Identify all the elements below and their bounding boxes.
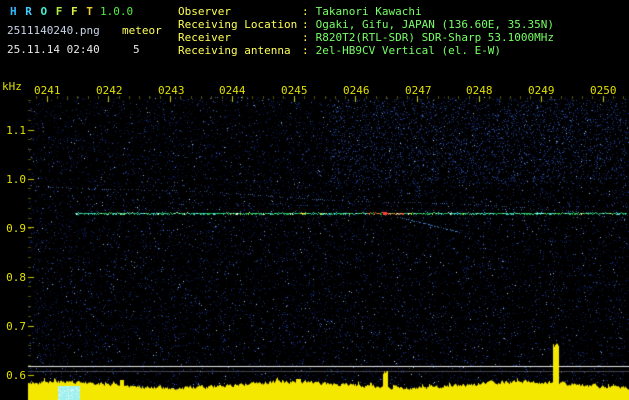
y-tick-label: 1.0 <box>6 173 26 186</box>
info-separator: : <box>302 31 309 44</box>
app-title: H R O F F T <box>10 5 94 18</box>
x-tick-label: 0247 <box>405 84 432 97</box>
x-tick-label: 0246 <box>343 84 370 97</box>
station-info: Observer: Takanori Kawachi Receiving Loca… <box>178 5 554 57</box>
timestamp: 25.11.14 02:40 <box>7 43 100 56</box>
x-tick-label: 0248 <box>466 84 493 97</box>
info-value: 2el-HB9CV Vertical (el. E-W) <box>315 44 502 57</box>
info-row-observer: Observer: Takanori Kawachi <box>178 5 554 18</box>
x-tick-label: 0242 <box>96 84 123 97</box>
y-tick-label: 1.1 <box>6 124 26 137</box>
info-label: Receiver <box>178 31 231 44</box>
x-tick-label: 0244 <box>219 84 246 97</box>
info-separator: : <box>302 18 309 31</box>
hrofft-screen: { "app": { "title": "H R O F F T", "vers… <box>0 0 629 400</box>
info-value: Ogaki, Gifu, JAPAN (136.60E, 35.35N) <box>315 18 555 31</box>
info-separator: : <box>302 44 309 57</box>
output-filename: 2511140240.png <box>7 24 100 37</box>
x-tick-label: 0241 <box>34 84 61 97</box>
x-tick-label: 0250 <box>590 84 617 97</box>
info-label: Receiving antenna <box>178 44 291 57</box>
info-separator: : <box>302 5 309 18</box>
x-tick-label: 0245 <box>281 84 308 97</box>
y-tick-label: 0.8 <box>6 271 26 284</box>
mode-label: meteor <box>122 24 162 37</box>
y-axis-unit: kHz <box>2 80 22 93</box>
x-tick-label: 0243 <box>158 84 185 97</box>
echo-count: 5 <box>133 43 140 56</box>
app-version: 1.0.0 <box>100 5 134 18</box>
y-tick-label: 0.9 <box>6 222 26 235</box>
spectrogram-canvas <box>0 0 629 400</box>
info-label: Observer <box>178 5 231 18</box>
y-tick-label: 0.7 <box>6 320 26 333</box>
info-value: Takanori Kawachi <box>315 5 422 18</box>
info-row-antenna: Receiving antenna:2el-HB9CV Vertical (el… <box>178 44 554 57</box>
info-row-location: Receiving Location: Ogaki, Gifu, JAPAN (1… <box>178 18 554 31</box>
info-value: R820T2(RTL-SDR) SDR-Sharp 53.1000MHz <box>315 31 555 44</box>
y-tick-label: 0.6 <box>6 369 26 382</box>
x-tick-label: 0249 <box>528 84 555 97</box>
info-row-receiver: Receiver: R820T2(RTL-SDR) SDR-Sharp 53.10… <box>178 31 554 44</box>
info-label: Receiving Location <box>178 18 298 31</box>
